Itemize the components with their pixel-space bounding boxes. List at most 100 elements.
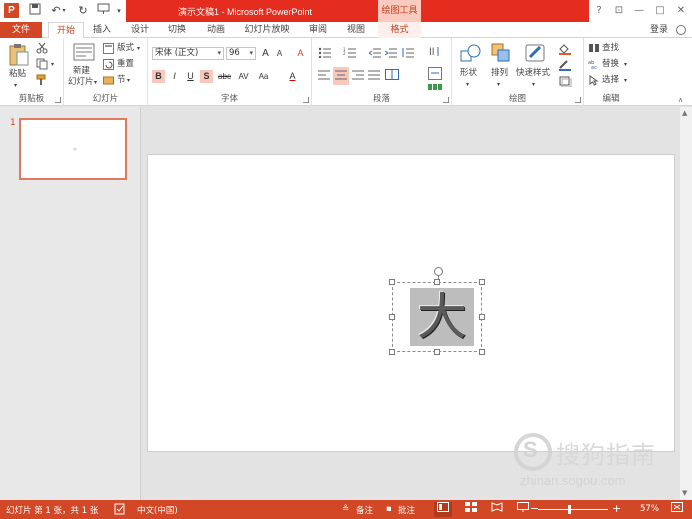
change-case-button[interactable]: Aa xyxy=(254,70,273,83)
language-indicator[interactable]: 中文(中国) xyxy=(137,504,178,516)
shape-fill-icon[interactable] xyxy=(558,43,574,58)
reading-view-icon[interactable] xyxy=(488,502,506,517)
powerpoint-logo-icon[interactable]: P xyxy=(4,3,19,18)
zoom-slider-thumb[interactable] xyxy=(568,505,571,514)
resize-handle[interactable] xyxy=(434,349,440,355)
justify-icon[interactable] xyxy=(368,69,380,83)
resize-handle[interactable] xyxy=(389,349,395,355)
scroll-down-icon[interactable]: ▼ xyxy=(682,489,687,497)
layout-dropdown-icon[interactable]: ▾ xyxy=(137,43,140,54)
comments-button[interactable]: 批注 xyxy=(398,504,415,516)
present-icon[interactable] xyxy=(95,3,111,19)
tab-view[interactable]: 视图 xyxy=(342,22,370,38)
align-center-icon[interactable] xyxy=(333,67,349,85)
scissors-icon[interactable] xyxy=(36,42,48,57)
slide-sorter-icon[interactable] xyxy=(462,502,480,517)
tab-animations[interactable]: 动画 xyxy=(202,22,230,38)
section-icon[interactable] xyxy=(103,75,114,89)
tab-format[interactable]: 格式 xyxy=(378,22,421,38)
tab-file[interactable]: 文件 xyxy=(0,22,42,38)
comments-icon[interactable]: ▪ xyxy=(386,504,392,514)
notes-button[interactable]: 备注 xyxy=(356,504,373,516)
undo-dropdown-icon[interactable]: ▾ xyxy=(60,3,68,19)
columns-icon[interactable] xyxy=(385,69,399,83)
character-spacing-button[interactable]: AV xyxy=(235,70,252,83)
clipboard-launcher-icon[interactable] xyxy=(55,97,61,103)
spell-check-icon[interactable] xyxy=(114,503,126,518)
shape-outline-icon[interactable] xyxy=(558,59,574,74)
text-direction-icon[interactable]: ll xyxy=(428,45,442,61)
scroll-up-icon[interactable]: ▲ xyxy=(682,109,687,117)
drawing-launcher-icon[interactable] xyxy=(575,97,581,103)
increase-indent-icon[interactable] xyxy=(384,47,397,61)
shadow-button[interactable]: S xyxy=(200,70,213,83)
resize-handle[interactable] xyxy=(479,279,485,285)
resize-handle[interactable] xyxy=(389,314,395,320)
arrange-button[interactable]: 排列 xyxy=(491,68,508,79)
shapes-dropdown-icon[interactable]: ▾ xyxy=(466,79,469,90)
find-icon[interactable] xyxy=(588,43,600,57)
font-color-button[interactable]: A xyxy=(286,70,299,83)
tab-insert[interactable]: 插入 xyxy=(88,22,116,38)
replace-icon[interactable]: ab ac xyxy=(588,59,600,73)
copy-dropdown-icon[interactable]: ▾ xyxy=(51,59,54,70)
find-button[interactable]: 查找 xyxy=(602,43,619,54)
layout-button[interactable]: 版式 xyxy=(117,43,134,54)
login-link[interactable]: 登录 xyxy=(650,22,668,38)
shapes-icon[interactable] xyxy=(460,43,482,66)
paragraph-launcher-icon[interactable] xyxy=(443,97,449,103)
layout-icon[interactable] xyxy=(103,43,114,57)
quick-styles-button[interactable]: 快速样式 xyxy=(516,68,550,79)
redo-icon[interactable]: ↻ xyxy=(75,3,91,19)
resize-handle[interactable] xyxy=(389,279,395,285)
shape-effects-icon[interactable] xyxy=(558,75,574,90)
arrange-icon[interactable] xyxy=(491,43,513,66)
maximize-icon[interactable]: □ xyxy=(651,3,669,19)
arrange-dropdown-icon[interactable]: ▾ xyxy=(497,79,500,90)
tab-home[interactable]: 开始 xyxy=(48,22,84,39)
clear-formatting-button[interactable]: A xyxy=(294,47,307,60)
section-button[interactable]: 节 xyxy=(117,75,126,86)
help-icon[interactable]: ? xyxy=(590,3,608,19)
slide-thumbnail[interactable]: ⁎ xyxy=(19,118,127,180)
font-size-dropdown-icon[interactable]: ▾ xyxy=(249,48,253,59)
underline-button[interactable]: U xyxy=(184,70,197,83)
ribbon-display-icon[interactable]: ⊡ xyxy=(610,3,628,19)
new-slide-button-line1[interactable]: 新建 xyxy=(73,66,90,77)
zoom-in-button[interactable]: + xyxy=(612,502,621,515)
section-dropdown-icon[interactable]: ▾ xyxy=(127,75,130,86)
tab-transitions[interactable]: 切换 xyxy=(163,22,191,38)
reset-icon[interactable] xyxy=(103,59,114,73)
quick-styles-icon[interactable] xyxy=(524,43,548,66)
reset-button[interactable]: 重置 xyxy=(117,59,134,70)
vertical-scrollbar[interactable]: ▲ ▼ xyxy=(680,107,692,500)
customize-toolbar-icon[interactable]: ▾ xyxy=(115,3,123,19)
new-slide-dropdown-icon[interactable]: ▾ xyxy=(94,77,97,88)
zoom-slider[interactable] xyxy=(538,509,608,510)
rotate-handle-icon[interactable] xyxy=(434,267,443,276)
zoom-level[interactable]: 57% xyxy=(640,504,659,514)
paste-icon[interactable] xyxy=(8,43,30,70)
close-icon[interactable]: ✕ xyxy=(672,3,690,19)
shapes-button[interactable]: 形状 xyxy=(460,68,477,79)
decrease-indent-icon[interactable] xyxy=(368,47,381,61)
user-icon[interactable] xyxy=(676,25,686,35)
font-size-combo[interactable]: 96 ▾ xyxy=(226,47,256,60)
italic-button[interactable]: I xyxy=(168,70,181,83)
resize-handle[interactable] xyxy=(479,349,485,355)
align-text-icon[interactable] xyxy=(428,67,442,83)
line-spacing-icon[interactable] xyxy=(402,47,414,61)
resize-handle[interactable] xyxy=(434,279,440,285)
numbering-icon[interactable]: 12 xyxy=(343,47,357,61)
paste-button[interactable]: 粘贴 xyxy=(9,69,26,80)
normal-view-icon[interactable] xyxy=(434,502,452,517)
grow-font-button[interactable]: A xyxy=(259,47,272,60)
minimize-icon[interactable]: — xyxy=(630,3,648,19)
resize-handle[interactable] xyxy=(479,314,485,320)
fit-to-window-icon[interactable] xyxy=(668,502,686,517)
tab-design[interactable]: 设计 xyxy=(126,22,154,38)
tab-slideshow[interactable]: 幻灯片放映 xyxy=(240,22,294,38)
align-left-icon[interactable] xyxy=(318,69,330,83)
font-launcher-icon[interactable] xyxy=(303,97,309,103)
font-name-combo[interactable]: 宋体 (正文) ▾ xyxy=(152,47,224,60)
